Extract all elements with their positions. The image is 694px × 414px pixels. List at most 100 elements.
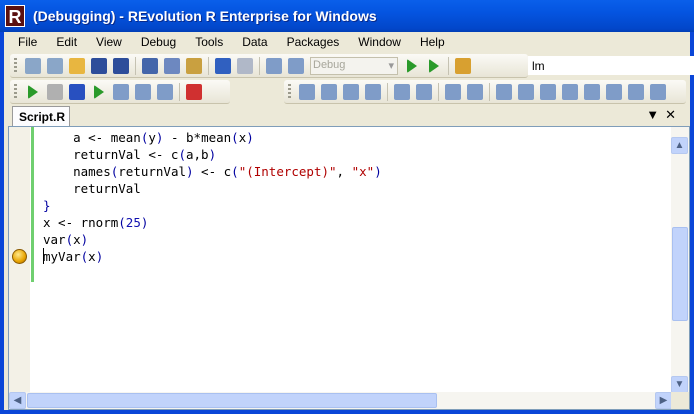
prev-bookmark-icon[interactable]	[518, 83, 534, 100]
prev-bookmark-folder-icon[interactable]	[562, 83, 578, 100]
search-input[interactable]	[528, 56, 694, 75]
horizontal-scroll-thumb[interactable]	[27, 393, 437, 408]
code-token: )	[246, 130, 254, 145]
step-into-icon[interactable]	[113, 83, 129, 100]
menu-edit[interactable]: Edit	[56, 35, 77, 49]
uncomment-icon[interactable]	[467, 83, 483, 100]
code-token: x <- rnorm	[43, 215, 119, 230]
list-members-icon[interactable]	[299, 83, 315, 100]
menu-tools[interactable]: Tools	[195, 35, 223, 49]
code-token: }	[43, 198, 51, 213]
code-token: var	[43, 232, 66, 247]
navigate-forward-icon[interactable]	[288, 57, 304, 74]
window-title: (Debugging) - REvolution R Enterprise fo…	[33, 8, 377, 24]
copy-icon[interactable]	[164, 57, 180, 74]
navigate-icon[interactable]	[266, 57, 282, 74]
step-over-icon[interactable]	[135, 83, 151, 100]
breakpoint-icon[interactable]	[186, 83, 202, 100]
menu-bar: File Edit View Debug Tools Data Packages Window…	[4, 32, 690, 52]
code-token: myVar	[43, 249, 81, 264]
menu-help[interactable]: Help	[420, 35, 445, 49]
code-token: returnVal <- c	[43, 147, 179, 162]
paste-icon[interactable]	[186, 57, 202, 74]
run-icon[interactable]	[28, 84, 38, 99]
tab-menu-icon[interactable]: ▼	[646, 107, 665, 122]
scroll-up-button[interactable]: ▲	[671, 137, 688, 154]
code-token: a <- mean	[43, 130, 141, 145]
code-editor[interactable]: a <- mean(y) - b*mean(x) returnVal <- c(…	[8, 126, 690, 410]
code-token: )	[80, 232, 89, 247]
code-line: names(returnVal) <- c("(Intercept)", "x"…	[43, 163, 382, 180]
menu-window[interactable]: Window	[358, 35, 401, 49]
debug-toolbar	[10, 80, 230, 104]
save-icon[interactable]	[91, 57, 107, 74]
complete-word-icon[interactable]	[365, 83, 381, 100]
code-token: )	[140, 215, 149, 230]
step-run-icon[interactable]	[429, 58, 439, 73]
menu-view[interactable]: View	[96, 35, 122, 49]
title-bar: R (Debugging) - REvolution R Enterprise …	[0, 0, 694, 32]
outdent-icon[interactable]	[394, 83, 410, 100]
next-bookmark-icon[interactable]	[540, 83, 556, 100]
indent-icon[interactable]	[416, 83, 432, 100]
comment-icon[interactable]	[445, 83, 461, 100]
step-out-icon[interactable]	[157, 83, 173, 100]
menu-data[interactable]: Data	[242, 35, 267, 49]
code-line: a <- mean(y) - b*mean(x)	[43, 129, 382, 146]
scroll-right-button[interactable]: ▶	[655, 392, 672, 409]
code-token: (	[118, 215, 126, 230]
undo-icon[interactable]	[215, 57, 231, 74]
clear-bookmarks-icon[interactable]	[650, 83, 666, 100]
toggle-bookmark-icon[interactable]	[496, 83, 512, 100]
text-editor-toolbar	[284, 80, 686, 104]
vertical-scroll-thumb[interactable]	[672, 227, 688, 321]
open-folder-icon[interactable]	[69, 57, 85, 74]
scrollbar-corner	[671, 392, 689, 409]
find-icon[interactable]	[455, 57, 471, 74]
code-token: x	[73, 232, 81, 247]
menu-packages[interactable]: Packages	[287, 35, 340, 49]
restart-icon[interactable]	[94, 84, 104, 99]
scroll-left-button[interactable]: ◀	[9, 392, 26, 409]
stop-icon[interactable]	[69, 83, 85, 100]
current-statement-arrow-icon	[12, 249, 27, 264]
save-all-icon[interactable]	[113, 57, 129, 74]
solution-config-select[interactable]: Debug	[310, 56, 398, 75]
menu-file[interactable]: File	[18, 35, 37, 49]
code-line: x <- rnorm(25)	[43, 214, 382, 231]
code-token: "(Intercept)"	[238, 164, 337, 179]
tab-script-r[interactable]: Script.R	[12, 106, 70, 126]
code-token: x	[88, 249, 96, 264]
cut-icon[interactable]	[142, 57, 158, 74]
code-token: y	[148, 130, 156, 145]
next-bookmark-folder-icon[interactable]	[584, 83, 600, 100]
vertical-scrollbar[interactable]: ▲ ▼	[671, 127, 689, 393]
code-token: "x"	[351, 164, 375, 179]
toolbar-separator	[387, 82, 388, 101]
code-text[interactable]: a <- mean(y) - b*mean(x) returnVal <- c(…	[43, 129, 382, 265]
code-line: }	[43, 197, 382, 214]
tab-row: Script.R ▼✕	[4, 104, 690, 126]
code-token: 25	[125, 215, 141, 230]
next-bookmark-file-icon[interactable]	[628, 83, 644, 100]
new-project-icon[interactable]	[25, 57, 41, 74]
prev-bookmark-file-icon[interactable]	[606, 83, 622, 100]
code-line: var(x)	[43, 231, 382, 248]
changed-lines-margin	[31, 127, 34, 282]
toolbar-separator	[489, 82, 490, 101]
pause-icon[interactable]	[47, 83, 63, 100]
parameter-info-icon[interactable]	[321, 83, 337, 100]
new-file-icon[interactable]	[47, 57, 63, 74]
menu-debug[interactable]: Debug	[141, 35, 176, 49]
close-icon[interactable]: ✕	[665, 107, 682, 122]
horizontal-scrollbar[interactable]: ◀ ▶	[9, 392, 672, 409]
code-token: (	[178, 147, 186, 162]
start-icon[interactable]	[407, 58, 417, 73]
code-token: (	[65, 232, 74, 247]
redo-icon[interactable]	[237, 57, 253, 74]
quick-info-icon[interactable]	[343, 83, 359, 100]
toolbar-separator	[208, 56, 209, 75]
scroll-down-button[interactable]: ▼	[671, 376, 688, 393]
code-token: returnVal	[118, 164, 186, 179]
code-token: a,b	[186, 147, 209, 162]
